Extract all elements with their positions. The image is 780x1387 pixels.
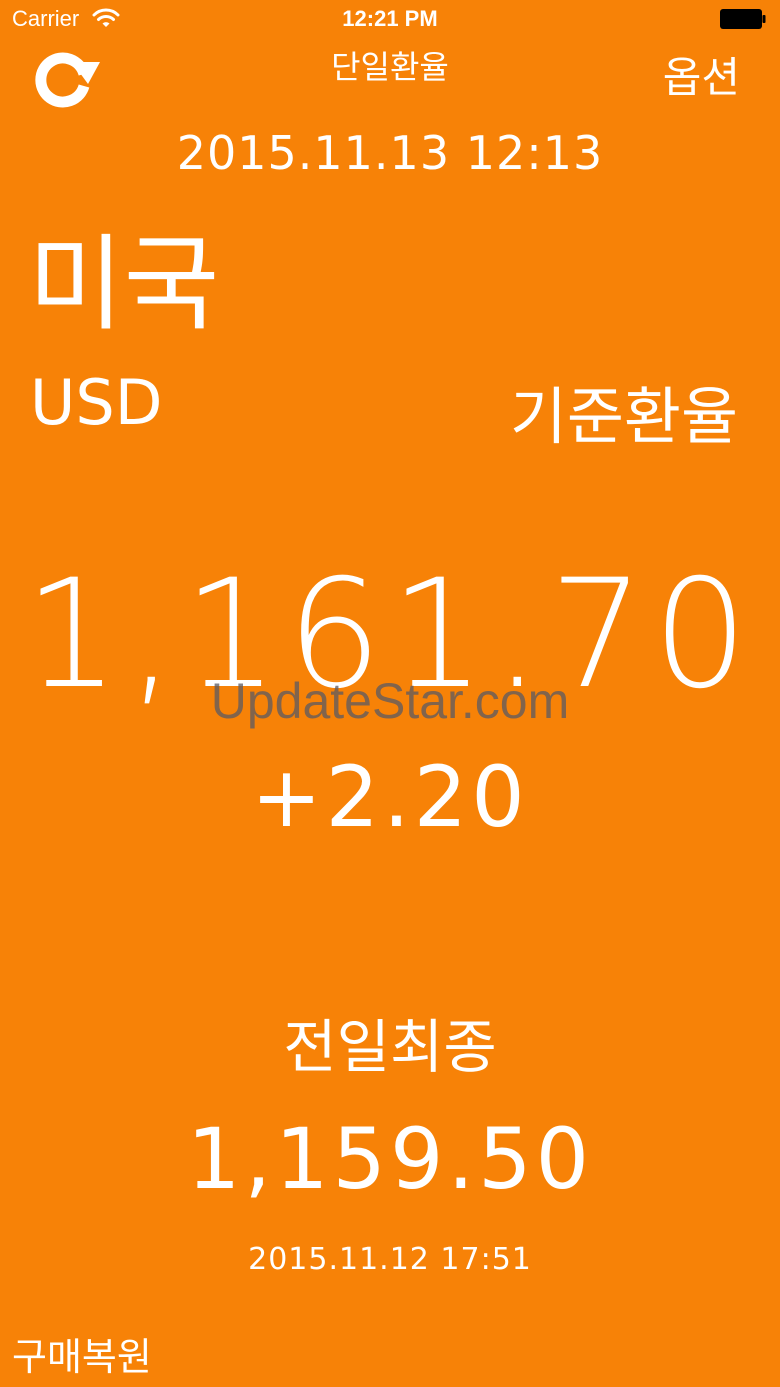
previous-close-value: 1,159.50 (186, 1110, 594, 1208)
rate-type-label[interactable]: 기준환율 (510, 366, 738, 456)
currency-code: USD (30, 366, 163, 439)
watermark: UpdateStar.com (210, 673, 570, 729)
battery-icon (720, 9, 766, 29)
status-time: 12:21 PM (342, 6, 438, 31)
previous-close-timestamp: 2015.11.12 17:51 (248, 1242, 532, 1277)
options-button[interactable]: 옵션 (663, 44, 740, 105)
rate-timestamp: 2015.11.13 12:13 (176, 126, 604, 180)
status-bar: Carrier 12:21 PM (0, 0, 780, 40)
restore-purchase-button[interactable]: 구매복원 (12, 1326, 152, 1381)
rate-change: +2.20 (251, 748, 529, 846)
previous-close-label: 전일최종 (283, 1013, 497, 1081)
country-name[interactable]: 미국 (28, 232, 219, 336)
